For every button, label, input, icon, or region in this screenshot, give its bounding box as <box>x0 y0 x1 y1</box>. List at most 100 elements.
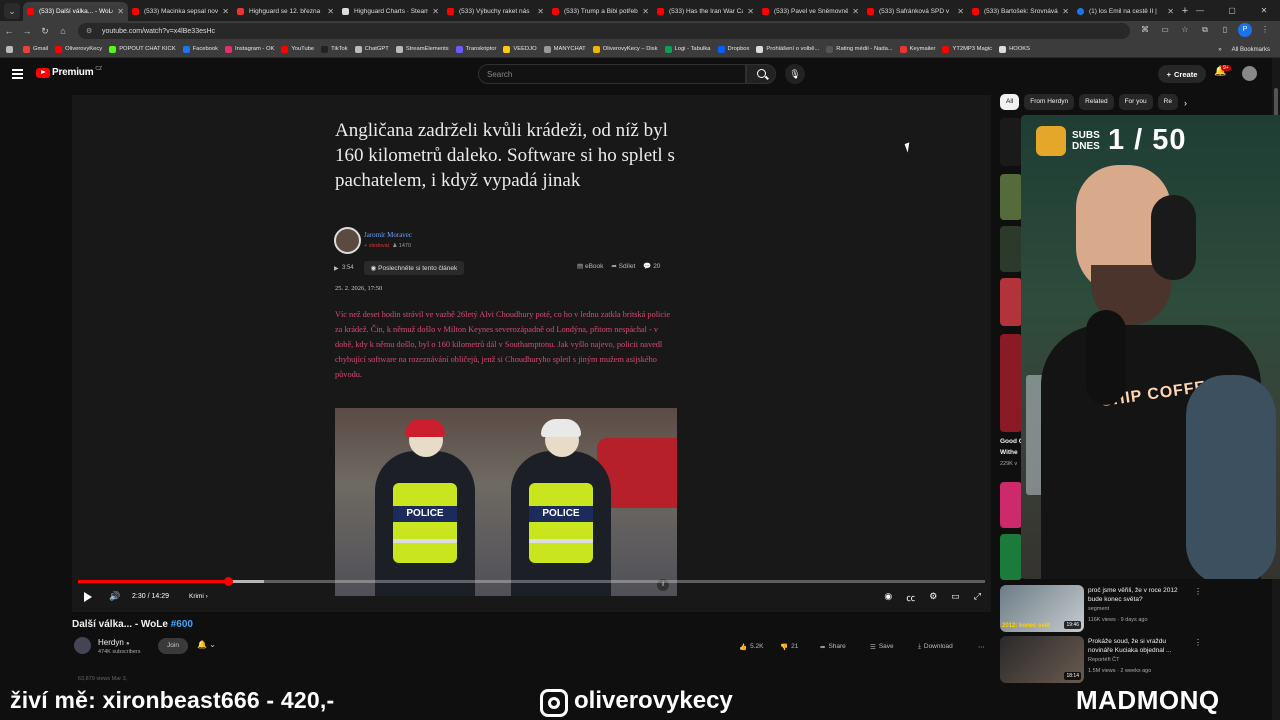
menu-icon[interactable] <box>12 69 23 81</box>
sidebar-thumb-fragment[interactable] <box>1000 482 1022 528</box>
volume-icon[interactable]: 🔊 <box>109 591 120 602</box>
home-icon[interactable]: ⌂ <box>54 26 72 36</box>
browser-tab[interactable]: (533) Trump a Bibi potřeb ✕ <box>548 2 653 21</box>
browser-tab[interactable]: (533) Šafránková SPD v ✕ <box>863 2 968 21</box>
close-tab-icon[interactable]: ✕ <box>117 7 124 16</box>
bookmark-item[interactable]: Rating médií - Nada... <box>826 45 893 53</box>
chapter-button[interactable]: Krimi › <box>189 593 208 600</box>
browser-tab[interactable]: (533) Další válka... - WoLe ✕ <box>23 2 128 21</box>
join-button[interactable]: Join <box>158 638 188 654</box>
close-tab-icon[interactable]: ✕ <box>537 7 544 16</box>
search-button[interactable] <box>746 64 776 84</box>
close-tab-icon[interactable]: ✕ <box>747 7 754 16</box>
bookmark-item[interactable]: Prohlášení o volbě... <box>756 45 819 53</box>
scrubber-knob[interactable] <box>223 577 233 586</box>
chips-next-icon[interactable]: › <box>1184 98 1187 108</box>
filter-chip[interactable]: For you <box>1118 94 1153 110</box>
voice-search-icon[interactable]: 🎙 <box>785 64 805 84</box>
sidebar-icon[interactable]: ▯ <box>1218 23 1232 37</box>
browser-menu-icon[interactable]: ⋮ <box>1258 23 1272 37</box>
browser-tab[interactable]: Highguard Charts · Steam ✕ <box>338 2 443 21</box>
search-input[interactable]: Search <box>478 64 746 84</box>
filter-chip[interactable]: From Herdyn <box>1024 94 1075 110</box>
sidebar-video-title[interactable]: Prokáže soud, že si vraždu novináře Kuci… <box>1088 637 1192 655</box>
bookmark-item[interactable]: POPOUT CHAT KICK <box>109 45 176 53</box>
close-tab-icon[interactable]: ✕ <box>852 7 859 16</box>
close-tab-icon[interactable]: ✕ <box>1167 7 1174 16</box>
bookmarks-overflow-icon[interactable]: » <box>1218 47 1221 53</box>
filter-chip[interactable]: Related <box>1079 94 1114 110</box>
bookmark-item[interactable]: Keymailer <box>899 45 935 53</box>
bookmark-item[interactable]: OliverovyKecy – Disk <box>592 45 658 53</box>
bookmark-item[interactable]: YT2MP3 Magic <box>942 45 992 53</box>
apps-icon[interactable] <box>6 45 16 53</box>
maximize-icon[interactable]: ▢ <box>1216 6 1248 15</box>
sidebar-channel[interactable]: segment <box>1088 606 1109 612</box>
more-actions-icon[interactable]: ⋯ <box>972 638 991 655</box>
close-tab-icon[interactable]: ✕ <box>957 7 964 16</box>
bookmark-item[interactable]: HOOKS <box>999 45 1030 53</box>
bookmark-item[interactable]: VEEDJO <box>503 45 537 53</box>
bookmark-item[interactable]: StreamElements <box>395 45 449 53</box>
browser-tab[interactable]: (1) los Emil na cestě II | ✕ <box>1073 2 1178 21</box>
bookmark-item[interactable]: ChatGPT <box>354 45 389 53</box>
bookmark-item[interactable]: Transkriptor <box>455 45 496 53</box>
sidebar-thumb-fragment[interactable] <box>1000 226 1022 272</box>
close-tab-icon[interactable]: ✕ <box>432 7 439 16</box>
sidebar-video-thumbnail[interactable]: 2012: konec svět 19:46 <box>1000 585 1084 632</box>
bookmark-item[interactable]: Dropbox <box>717 45 749 53</box>
account-avatar[interactable] <box>1242 66 1257 81</box>
sidebar-thumb-fragment[interactable] <box>1000 534 1022 580</box>
bookmark-item[interactable]: Facebook <box>182 45 218 53</box>
browser-tab[interactable]: (533) Výbuchy raket nás ✕ <box>443 2 548 21</box>
close-window-icon[interactable]: ✕ <box>1248 6 1280 15</box>
sidebar-more-icon[interactable]: ⋮ <box>1194 638 1202 647</box>
hashtag-link[interactable]: #600 <box>171 619 193 630</box>
all-bookmarks[interactable]: All Bookmarks <box>1232 47 1270 53</box>
autoplay-toggle[interactable]: ◉ <box>884 591 892 604</box>
download-button[interactable]: ⤓ Download <box>912 638 959 655</box>
create-button[interactable]: + Create <box>1158 65 1206 83</box>
browser-tab[interactable]: (533) Bartošek: Srovnává ✕ <box>968 2 1073 21</box>
site-info-icon[interactable]: ⚙ <box>86 27 96 35</box>
bookmark-item[interactable]: Logi - Tabulka <box>664 45 711 53</box>
bookmark-item[interactable]: Instagram - OK <box>225 45 274 53</box>
bookmark-star-icon[interactable]: ☆ <box>1178 23 1192 37</box>
sidebar-thumb-fragment[interactable] <box>1000 278 1022 326</box>
forward-icon[interactable]: → <box>18 26 36 36</box>
filter-chip[interactable]: All <box>1000 94 1020 110</box>
progress-bar[interactable] <box>78 577 985 586</box>
close-tab-icon[interactable]: ✕ <box>1062 7 1069 16</box>
sidebar-thumb-fragment[interactable] <box>1000 334 1022 432</box>
sidebar-video-thumbnail[interactable]: 18:14 <box>1000 636 1084 683</box>
close-tab-icon[interactable]: ✕ <box>222 7 229 16</box>
settings-gear-icon[interactable]: ⚙ <box>929 591 937 604</box>
sidebar-channel[interactable]: Reportéři ČT <box>1088 657 1119 663</box>
fullscreen-icon[interactable]: ⤢ <box>974 591 981 604</box>
share-button[interactable]: ➦ Share <box>814 638 852 655</box>
subscription-bell-icon[interactable]: 🔔 ⌄ <box>197 640 216 649</box>
address-bar[interactable]: ⚙ youtube.com/watch?v=x4lBe33esHc <box>78 23 1130 39</box>
video-player[interactable]: Angličana zadrželi kvůli krádeži, od níž… <box>72 95 991 612</box>
profile-avatar[interactable]: P <box>1238 23 1252 37</box>
sidebar-thumb-fragment[interactable] <box>1000 118 1022 166</box>
youtube-logo[interactable]: Premium CZ <box>36 66 102 78</box>
extensions-icon[interactable]: ⧉ <box>1198 23 1212 37</box>
channel-avatar[interactable] <box>74 637 91 654</box>
bookmark-item[interactable]: Gmail <box>23 45 48 53</box>
browser-tab[interactable]: (533) Pavel ve Sněmovně ✕ <box>758 2 863 21</box>
cast-icon[interactable]: ▭ <box>1158 23 1172 37</box>
play-icon[interactable] <box>84 592 92 602</box>
sidebar-video-title[interactable]: proč jsme věřili, že v roce 2012 bude ko… <box>1088 586 1192 604</box>
minimize-icon[interactable]: — <box>1184 6 1216 15</box>
close-tab-icon[interactable]: ✕ <box>642 7 649 16</box>
like-button[interactable]: 👍 5.2K <box>733 638 770 655</box>
browser-tab[interactable]: (533) Has the Iran War Ca ✕ <box>653 2 758 21</box>
reload-icon[interactable]: ↻ <box>36 26 54 37</box>
translate-icon[interactable]: ⌘ <box>1138 23 1152 37</box>
bookmark-item[interactable]: TikTok <box>321 45 348 53</box>
dislike-button[interactable]: 👎 21 <box>774 638 805 655</box>
sidebar-more-icon[interactable]: ⋮ <box>1194 587 1202 596</box>
miniplayer-icon[interactable]: ▭ <box>951 591 960 604</box>
back-icon[interactable]: ← <box>0 26 18 36</box>
